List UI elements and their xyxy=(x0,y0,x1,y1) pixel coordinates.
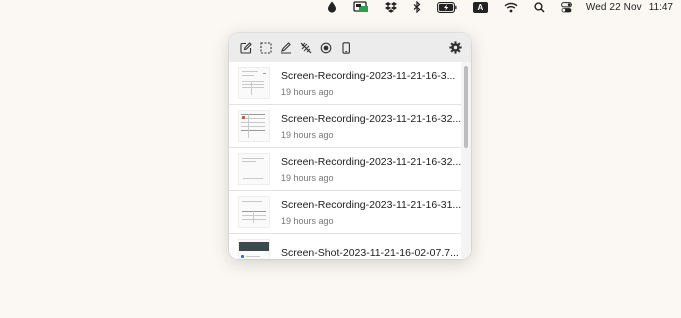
record-icon[interactable] xyxy=(316,38,336,58)
history-item-time: 19 hours ago xyxy=(281,215,334,226)
bluetooth-icon[interactable] xyxy=(413,0,421,14)
history-item[interactable]: Screen-Recording-2023-11-21-16-32... 19 … xyxy=(229,105,461,148)
menu-bar: A Wed 22 Nov 11:47 xyxy=(0,0,681,14)
recording-thumbnail xyxy=(238,110,270,142)
history-item-time: 19 hours ago xyxy=(281,129,334,140)
battery-icon[interactable] xyxy=(436,0,457,14)
input-source-indicator[interactable]: A xyxy=(472,0,488,14)
control-center-icon[interactable] xyxy=(560,0,572,14)
popover-toolbar xyxy=(229,33,471,62)
history-item-name: Screen-Recording-2023-11-21-16-32... xyxy=(281,155,461,168)
edit-icon[interactable] xyxy=(236,38,256,58)
history-item-name: Screen-Recording-2023-11-21-16-31... xyxy=(281,198,461,211)
search-icon[interactable] xyxy=(534,0,545,14)
history-item[interactable]: Screen-Recording-2023-11-21-16-32... 19 … xyxy=(229,148,461,191)
history-item[interactable]: Screen-Shot-2023-11-21-16-02-07.7... xyxy=(229,234,461,259)
recording-thumbnail xyxy=(238,153,270,185)
screenshot-app-icon[interactable] xyxy=(353,0,369,14)
drop-icon[interactable] xyxy=(327,0,337,14)
history-item-name: Screen-Recording-2023-11-21-16-3... xyxy=(281,69,456,82)
wifi-icon[interactable] xyxy=(504,0,518,14)
recording-thumbnail xyxy=(238,67,270,99)
dropbox-icon[interactable] xyxy=(384,0,397,14)
capture-history-popover: Screen-Recording-2023-11-21-16-3... 19 h… xyxy=(229,33,471,259)
annotate-icon[interactable] xyxy=(276,38,296,58)
screenshot-thumbnail xyxy=(238,239,270,259)
capture-area-icon[interactable] xyxy=(256,38,276,58)
menubar-date[interactable]: Wed 22 Nov xyxy=(586,2,642,13)
input-source-label: A xyxy=(472,1,488,13)
history-item-time: 19 hours ago xyxy=(281,86,334,97)
gear-icon[interactable] xyxy=(445,38,465,58)
history-scrollbar[interactable] xyxy=(461,62,471,259)
history-item-time: 19 hours ago xyxy=(281,172,334,183)
menubar-time[interactable]: 11:47 xyxy=(649,2,673,13)
device-frame-icon[interactable] xyxy=(336,38,356,58)
history-item[interactable]: Screen-Recording-2023-11-21-16-31... 19 … xyxy=(229,191,461,234)
scrollbar-thumb[interactable] xyxy=(464,66,468,148)
history-item-name: Screen-Recording-2023-11-21-16-32... xyxy=(281,112,461,125)
history-list: Screen-Recording-2023-11-21-16-3... 19 h… xyxy=(229,62,461,259)
history-item-name: Screen-Shot-2023-11-21-16-02-07.7... xyxy=(281,246,459,259)
hide-desktop-icon[interactable] xyxy=(296,38,316,58)
history-item[interactable]: Screen-Recording-2023-11-21-16-3... 19 h… xyxy=(229,62,461,105)
recording-thumbnail xyxy=(238,196,270,228)
